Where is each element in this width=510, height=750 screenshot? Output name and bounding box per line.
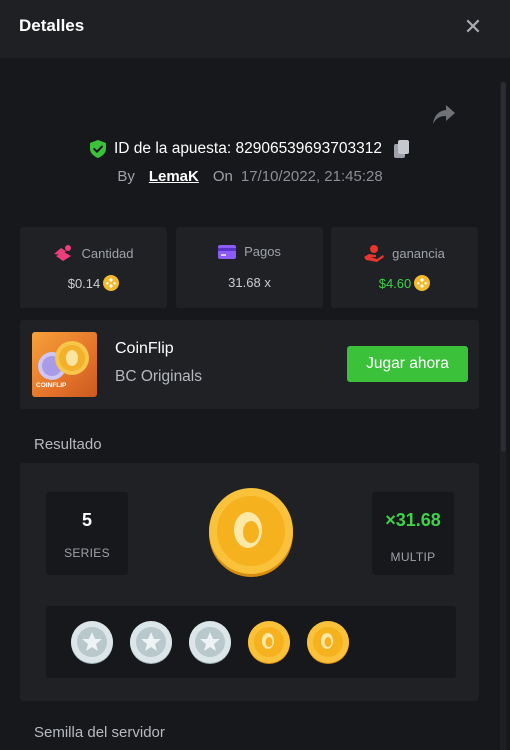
- bet-amount-icon: [54, 245, 72, 261]
- play-now-button[interactable]: Jugar ahora: [347, 346, 468, 382]
- profit-icon: [364, 245, 385, 262]
- bet-author-row: By LemaK On 17/10/2022, 21:45:28: [0, 166, 500, 186]
- stat-label: Pagos: [244, 244, 281, 259]
- silver-coin-icon: [71, 621, 113, 664]
- stat-label: Cantidad: [81, 245, 134, 261]
- game-thumbnail[interactable]: COINFLIP: [32, 332, 97, 397]
- server-seed-label: Semilla del servidor: [34, 724, 165, 741]
- series-label: SERIES: [64, 546, 110, 560]
- multiplier-stat: ×31.68 MULTIP: [372, 492, 454, 575]
- game-thumb-label: COINFLIP: [36, 382, 67, 389]
- series-value: 5: [81, 510, 92, 530]
- result-section-label: Resultado: [34, 436, 102, 453]
- copy-icon[interactable]: [394, 140, 410, 158]
- by-label: By: [117, 167, 135, 185]
- multiplier-label: MULTIP: [390, 550, 436, 564]
- multiplier-value: ×31.68: [385, 510, 441, 530]
- bet-id: ID de la apuesta: 82906539693703312: [113, 140, 383, 157]
- result-gold-coin-icon: [209, 488, 293, 577]
- stat-value: 31.68 x: [228, 275, 271, 290]
- game-title: CoinFlip: [115, 340, 174, 357]
- stat-value: $4.60: [378, 275, 412, 291]
- stat-label: ganancia: [392, 245, 445, 261]
- gold-coin-icon: [248, 621, 290, 664]
- stat-card-profit: ganancia $4.60: [331, 227, 478, 308]
- on-label: On: [212, 167, 233, 185]
- scrollbar-thumb[interactable]: [501, 82, 506, 452]
- game-card: COINFLIP CoinFlip BC Originals Jugar aho…: [20, 320, 479, 409]
- stat-card-payout: Pagos 31.68 x: [176, 227, 323, 308]
- stat-value: $0.14: [67, 275, 101, 291]
- result-panel: 5 SERIES ×31.68 MULTIP: [20, 463, 479, 701]
- dialog-header: Detalles ✕: [0, 0, 510, 58]
- silver-coin-icon: [189, 621, 231, 664]
- bnb-coin-icon: [103, 275, 120, 291]
- gold-coin-icon: [307, 621, 349, 664]
- share-icon[interactable]: [432, 104, 456, 126]
- flip-history: [46, 606, 456, 678]
- game-provider: BC Originals: [115, 368, 202, 385]
- close-button[interactable]: ✕: [462, 14, 484, 40]
- close-icon[interactable]: ✕: [464, 14, 482, 39]
- verified-shield-icon: [89, 140, 106, 158]
- bet-date: 17/10/2022, 21:45:28: [240, 167, 383, 185]
- dialog-title: Detalles: [19, 16, 85, 35]
- username-link[interactable]: LemaK: [149, 168, 199, 185]
- bet-id-row: ID de la apuesta: 82906539693703312: [0, 138, 500, 160]
- series-stat: 5 SERIES: [46, 492, 128, 575]
- stat-card-amount: Cantidad $0.14: [20, 227, 167, 308]
- card-icon: [218, 244, 237, 259]
- silver-coin-icon: [130, 621, 172, 664]
- bnb-coin-icon: [414, 275, 431, 291]
